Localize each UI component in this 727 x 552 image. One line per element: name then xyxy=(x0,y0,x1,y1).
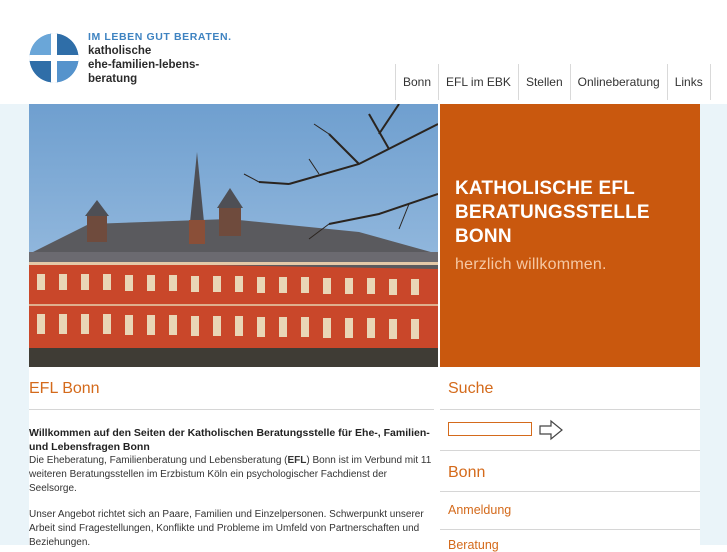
hero-welcome-panel: KATHOLISCHE EFL BERATUNGSSTELLE BONN her… xyxy=(440,104,700,367)
logo-tagline: IM LEBEN GUT BERATEN. xyxy=(88,31,232,43)
intro-paragraph-2: Unser Angebot richtet sich an Paare, Fam… xyxy=(29,509,424,548)
sidebar-link-anmeldung[interactable]: Anmeldung xyxy=(448,503,511,517)
title-divider xyxy=(29,409,434,410)
arrow-right-icon xyxy=(539,419,563,441)
sidebar: Suche Bonn Anmeldung Beratung xyxy=(440,367,700,552)
left-side-band xyxy=(0,104,29,545)
nav-item-stellen[interactable]: Stellen xyxy=(517,64,570,100)
hero-title-line-2: BERATUNGSSTELLE xyxy=(455,202,650,223)
sidebar-link-beratung[interactable]: Beratung xyxy=(448,538,499,552)
search-input[interactable] xyxy=(448,422,532,436)
main-navigation: Bonn EFL im EBK Stellen Onlineberatung L… xyxy=(395,64,711,100)
search-divider-top xyxy=(440,409,700,410)
search-divider-bottom xyxy=(440,450,700,451)
nav-item-onlineberatung[interactable]: Onlineberatung xyxy=(569,64,667,100)
nav-item-efl-im-ebk[interactable]: EFL im EBK xyxy=(438,64,518,100)
hero-title-line-3: BONN xyxy=(455,226,512,247)
nav-item-bonn[interactable]: Bonn xyxy=(395,64,438,100)
search-heading: Suche xyxy=(448,380,494,397)
logo-line-3: beratung xyxy=(88,73,138,85)
search-submit-button[interactable] xyxy=(538,418,564,442)
logo-wordmark[interactable]: IM LEBEN GUT BERATEN. katholische ehe-fa… xyxy=(88,30,232,86)
main-content: EFL Bonn Willkommen auf den Seiten der K… xyxy=(29,367,438,548)
nav-item-links[interactable]: Links xyxy=(666,64,711,100)
intro-heading: Willkommen auf den Seiten der Katholisch… xyxy=(29,427,430,453)
logo-line-1: katholische xyxy=(88,45,152,57)
link-divider xyxy=(440,529,700,530)
right-side-band xyxy=(700,104,727,545)
hero-title-line-1: KATHOLISCHE EFL xyxy=(455,178,635,199)
hero-subtitle: herzlich willkommen. xyxy=(455,256,607,273)
intro-p1-text-a: Die Eheberatung, Familienberatung und Le… xyxy=(29,455,288,466)
logo-line-2: ehe-familien-lebens- xyxy=(88,59,200,71)
intro-p1-bold: EFL xyxy=(287,455,307,466)
hero-title: KATHOLISCHE EFL BERATUNGSSTELLE BONN xyxy=(455,177,650,249)
cross-circle-logo-icon[interactable] xyxy=(29,32,79,84)
intro-paragraph-1: Die Eheberatung, Familienberatung und Le… xyxy=(29,454,434,496)
section-divider xyxy=(440,491,700,492)
page-title: EFL Bonn xyxy=(29,380,100,397)
hero-photo-castle xyxy=(29,104,438,367)
section-heading-bonn: Bonn xyxy=(448,464,486,481)
